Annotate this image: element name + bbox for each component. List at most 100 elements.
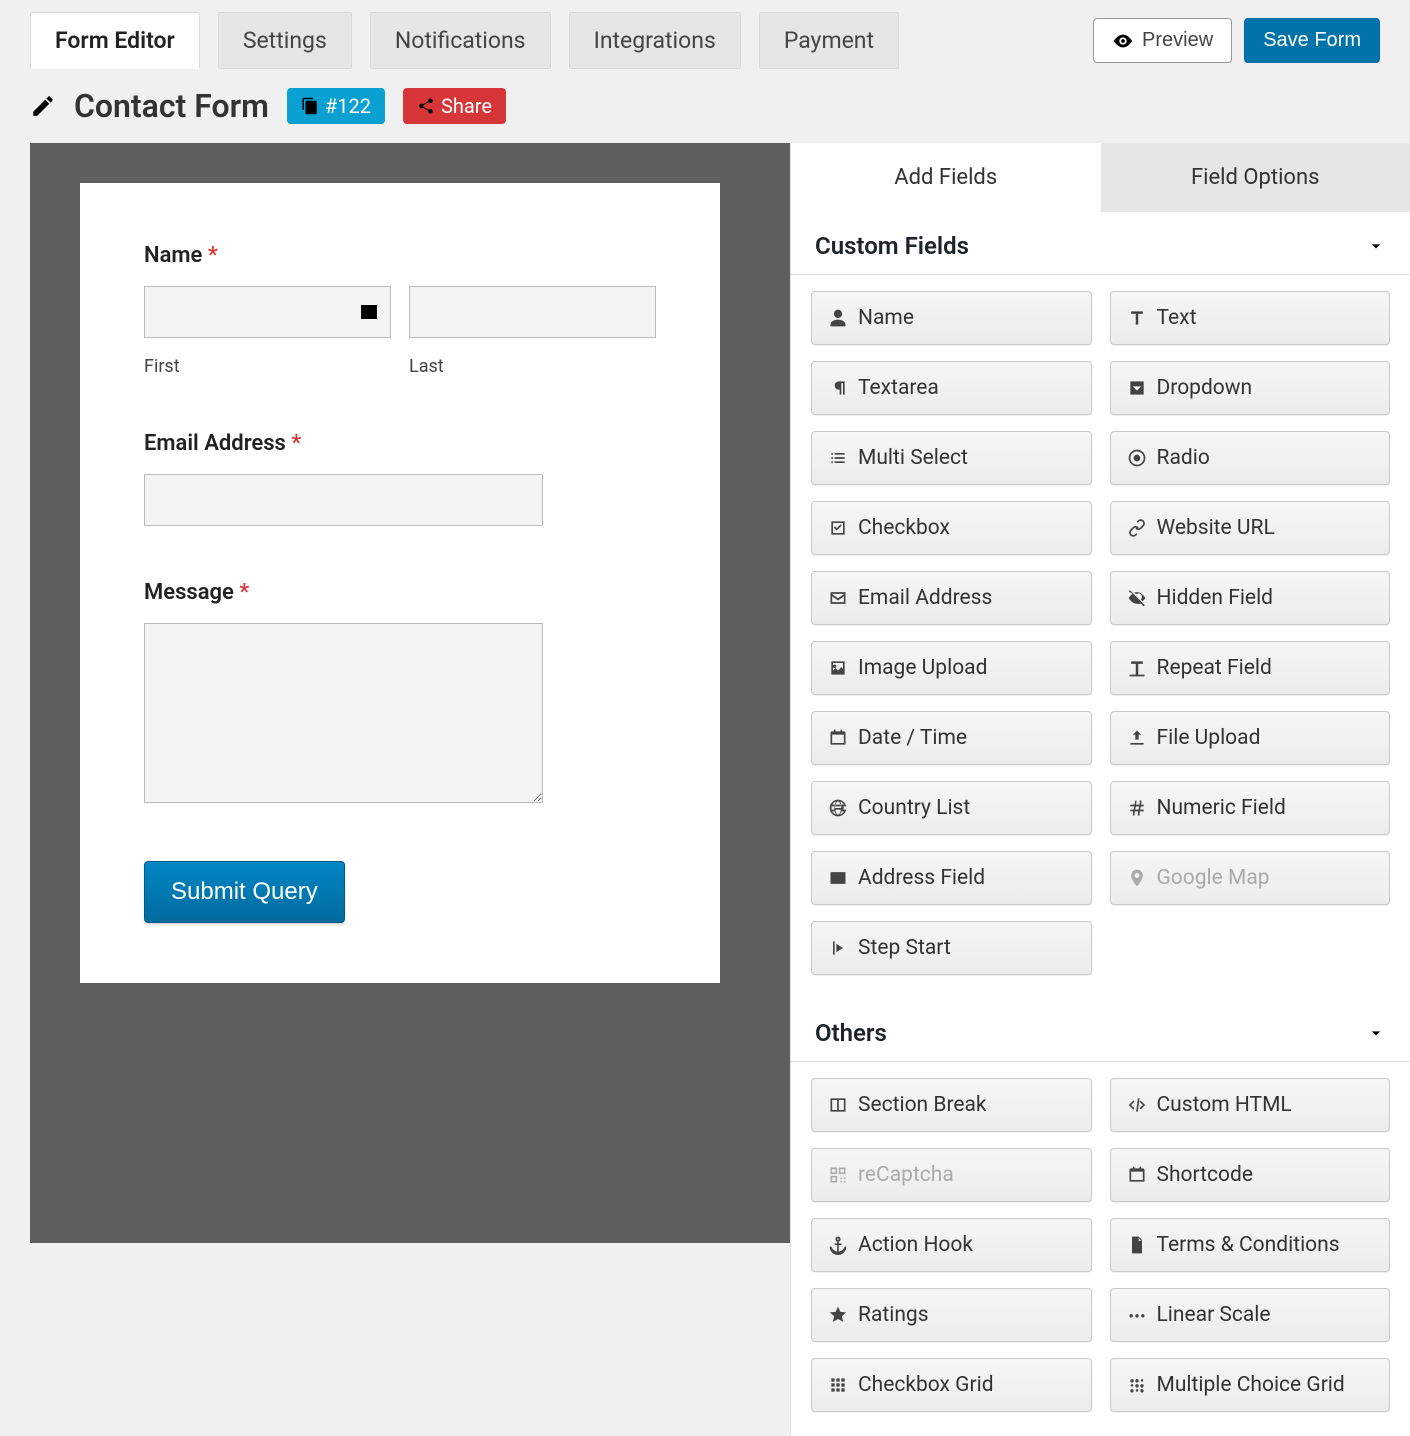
tab-settings[interactable]: Settings bbox=[218, 12, 352, 69]
field-button-label: Address Field bbox=[858, 866, 985, 890]
share-icon bbox=[417, 97, 435, 115]
first-name-input[interactable] bbox=[144, 286, 391, 338]
field-button-recaptcha: reCaptcha bbox=[811, 1148, 1092, 1202]
check-square-icon bbox=[828, 518, 848, 538]
user-icon bbox=[828, 308, 848, 328]
grid-icon bbox=[828, 1375, 848, 1395]
id-card-icon bbox=[357, 300, 381, 324]
share-button[interactable]: Share bbox=[403, 88, 506, 124]
field-button-label: Ratings bbox=[858, 1303, 929, 1327]
field-button-custom-html[interactable]: Custom HTML bbox=[1110, 1078, 1391, 1132]
field-button-label: reCaptcha bbox=[858, 1163, 954, 1187]
email-input[interactable] bbox=[144, 474, 543, 526]
field-button-label: Hidden Field bbox=[1157, 586, 1274, 610]
field-button-hidden-field[interactable]: Hidden Field bbox=[1110, 571, 1391, 625]
last-sublabel: Last bbox=[409, 356, 656, 377]
field-button-label: Email Address bbox=[858, 586, 992, 610]
first-sublabel: First bbox=[144, 356, 391, 377]
tab-form-editor[interactable]: Form Editor bbox=[30, 12, 200, 69]
field-button-email-address[interactable]: Email Address bbox=[811, 571, 1092, 625]
step-icon bbox=[828, 938, 848, 958]
field-button-section-break[interactable]: Section Break bbox=[811, 1078, 1092, 1132]
preview-button[interactable]: Preview bbox=[1093, 18, 1232, 63]
field-button-repeat-field[interactable]: Repeat Field bbox=[1110, 641, 1391, 695]
submit-button[interactable]: Submit Query bbox=[144, 861, 345, 923]
message-label: Message * bbox=[144, 580, 656, 605]
field-button-date-time[interactable]: Date / Time bbox=[811, 711, 1092, 765]
field-button-step-start[interactable]: Step Start bbox=[811, 921, 1092, 975]
eye-slash-icon bbox=[1127, 588, 1147, 608]
section-custom-fields[interactable]: Custom Fields bbox=[791, 212, 1410, 275]
copy-icon bbox=[301, 97, 319, 115]
message-textarea[interactable] bbox=[144, 623, 543, 803]
sidebar-tab-add-fields[interactable]: Add Fields bbox=[791, 143, 1101, 212]
field-button-multi-select[interactable]: Multi Select bbox=[811, 431, 1092, 485]
caret-square-icon bbox=[1127, 378, 1147, 398]
field-button-label: File Upload bbox=[1157, 726, 1261, 750]
field-button-terms-conditions[interactable]: Terms & Conditions bbox=[1110, 1218, 1391, 1272]
form-title[interactable]: Contact Form bbox=[74, 87, 269, 125]
last-name-input[interactable] bbox=[409, 286, 656, 338]
field-button-action-hook[interactable]: Action Hook bbox=[811, 1218, 1092, 1272]
field-button-label: Shortcode bbox=[1157, 1163, 1253, 1187]
globe-icon bbox=[828, 798, 848, 818]
field-button-label: Text bbox=[1157, 306, 1197, 330]
field-button-radio[interactable]: Radio bbox=[1110, 431, 1391, 485]
link-icon bbox=[1127, 518, 1147, 538]
field-button-google-map: Google Map bbox=[1110, 851, 1391, 905]
field-button-ratings[interactable]: Ratings bbox=[811, 1288, 1092, 1342]
field-button-label: Numeric Field bbox=[1157, 796, 1286, 820]
name-label: Name * bbox=[144, 243, 656, 268]
radio-icon bbox=[1127, 448, 1147, 468]
form-id-text: #122 bbox=[325, 94, 371, 118]
file-icon bbox=[1127, 1235, 1147, 1255]
field-name[interactable]: Name * First Last bbox=[144, 243, 656, 377]
save-form-button[interactable]: Save Form bbox=[1244, 18, 1380, 63]
field-button-label: Checkbox Grid bbox=[858, 1373, 994, 1397]
field-button-label: Website URL bbox=[1157, 516, 1275, 540]
field-button-numeric-field[interactable]: Numeric Field bbox=[1110, 781, 1391, 835]
chevron-down-icon bbox=[1366, 236, 1386, 256]
field-button-multiple-choice-grid[interactable]: Multiple Choice Grid bbox=[1110, 1358, 1391, 1412]
field-button-linear-scale[interactable]: Linear Scale bbox=[1110, 1288, 1391, 1342]
field-message[interactable]: Message * bbox=[144, 580, 656, 807]
section-others[interactable]: Others bbox=[791, 999, 1410, 1062]
pencil-icon[interactable] bbox=[30, 93, 56, 119]
field-button-dropdown[interactable]: Dropdown bbox=[1110, 361, 1391, 415]
tab-payment[interactable]: Payment bbox=[759, 12, 899, 69]
preview-label: Preview bbox=[1142, 29, 1213, 52]
field-button-checkbox[interactable]: Checkbox bbox=[811, 501, 1092, 555]
field-button-image-upload[interactable]: Image Upload bbox=[811, 641, 1092, 695]
form-id-badge[interactable]: #122 bbox=[287, 88, 385, 124]
section-title-others: Others bbox=[815, 1019, 887, 1047]
field-button-label: Date / Time bbox=[858, 726, 967, 750]
anchor-icon bbox=[828, 1235, 848, 1255]
address-card-icon bbox=[828, 868, 848, 888]
dots-icon bbox=[1127, 1305, 1147, 1325]
field-button-label: Radio bbox=[1157, 446, 1210, 470]
field-button-label: Linear Scale bbox=[1157, 1303, 1271, 1327]
calendar2-icon bbox=[1127, 1165, 1147, 1185]
field-button-text[interactable]: Text bbox=[1110, 291, 1391, 345]
form-canvas[interactable]: Name * First Last bbox=[80, 183, 720, 983]
field-button-name[interactable]: Name bbox=[811, 291, 1092, 345]
field-button-file-upload[interactable]: File Upload bbox=[1110, 711, 1391, 765]
field-button-shortcode[interactable]: Shortcode bbox=[1110, 1148, 1391, 1202]
map-marker-icon bbox=[1127, 868, 1147, 888]
field-button-label: Section Break bbox=[858, 1093, 987, 1117]
field-button-checkbox-grid[interactable]: Checkbox Grid bbox=[811, 1358, 1092, 1412]
field-button-textarea[interactable]: Textarea bbox=[811, 361, 1092, 415]
repeat-text-icon bbox=[1127, 658, 1147, 678]
sidebar-tab-field-options[interactable]: Field Options bbox=[1101, 143, 1410, 212]
code-icon bbox=[1127, 1095, 1147, 1115]
field-button-label: Dropdown bbox=[1157, 376, 1253, 400]
field-button-country-list[interactable]: Country List bbox=[811, 781, 1092, 835]
tab-integrations[interactable]: Integrations bbox=[569, 12, 741, 69]
share-label: Share bbox=[441, 94, 492, 118]
field-button-website-url[interactable]: Website URL bbox=[1110, 501, 1391, 555]
upload-icon bbox=[1127, 728, 1147, 748]
field-email[interactable]: Email Address * bbox=[144, 431, 656, 526]
tab-notifications[interactable]: Notifications bbox=[370, 12, 551, 69]
field-button-address-field[interactable]: Address Field bbox=[811, 851, 1092, 905]
columns-icon bbox=[828, 1095, 848, 1115]
